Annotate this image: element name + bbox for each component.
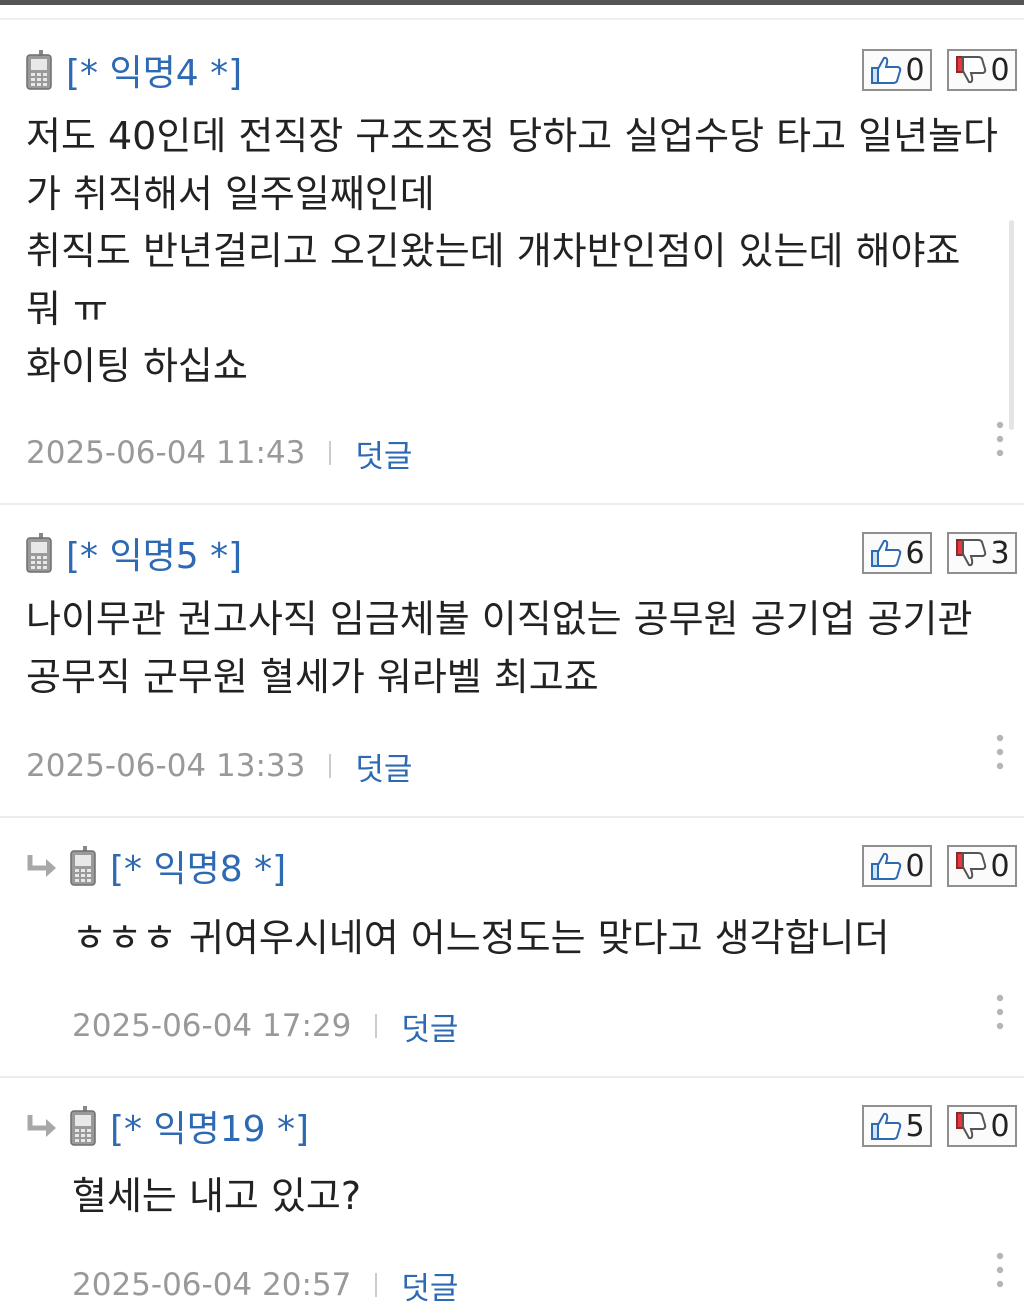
like-button[interactable]: 5 — [862, 1105, 932, 1147]
dislike-button[interactable]: 3 — [947, 532, 1017, 574]
more-options-icon[interactable] — [996, 734, 1004, 770]
comment-item: [* 익명4 *] 0 0 저도 40인데 전직장 구조조정 당하고 실업수당 … — [0, 22, 1024, 505]
like-button[interactable]: 6 — [862, 532, 932, 574]
dislike-count: 0 — [990, 848, 1010, 884]
thumbs-down-icon — [956, 56, 987, 84]
comment-date: 2025-06-04 11:43 — [26, 435, 306, 471]
top-bar — [0, 0, 1024, 5]
comment-line: 혈세는 내고 있고? — [72, 1174, 362, 1218]
dislike-button[interactable]: 0 — [947, 49, 1017, 91]
reply-arrow-icon — [27, 855, 56, 877]
comment-footer: 2025-06-04 13:33 덧글 — [26, 744, 412, 789]
thumbs-down-icon — [956, 1112, 987, 1140]
mobile-phone-icon — [70, 846, 96, 886]
vote-group: 6 3 — [847, 532, 1017, 574]
comment-body: 나이무관 권고사직 임금체불 이직없는 공무원 공기업 공기관 공무직 군무원 … — [26, 591, 1012, 706]
comment-header: [* 익명8 *] — [26, 844, 286, 890]
dislike-button[interactable]: 0 — [947, 1105, 1017, 1147]
dislike-count: 3 — [990, 535, 1010, 571]
mobile-phone-icon — [70, 1106, 96, 1146]
separator — [375, 1014, 378, 1038]
comment-header: [* 익명4 *] — [26, 48, 242, 94]
comment-footer: 2025-06-04 17:29 덧글 — [72, 1004, 458, 1049]
like-count: 6 — [905, 535, 925, 571]
comment-author[interactable]: [* 익명4 *] — [66, 44, 242, 96]
comment-line: 화이팅 하십쇼 — [26, 344, 248, 388]
thumbs-down-icon — [956, 852, 987, 880]
comment-line: 저도 40인데 전직장 구조조정 당하고 실업수당 타고 일년놀다 — [26, 114, 998, 158]
more-options-icon[interactable] — [996, 994, 1004, 1030]
comment-author[interactable]: [* 익명8 *] — [110, 840, 286, 892]
comment-line: 공무직 군무원 혈세가 워라벨 최고죠 — [26, 654, 599, 699]
comment-line: 뭐 ㅠ — [26, 286, 108, 331]
dislike-count: 0 — [990, 52, 1010, 88]
divider — [0, 18, 1024, 20]
like-count: 5 — [905, 1108, 925, 1144]
reply-link[interactable]: 덧글 — [355, 431, 412, 476]
comment-body: ㅎㅎㅎ 귀여우시네여 어느정도는 맞다고 생각합니더 — [72, 910, 1012, 968]
reply-link[interactable]: 덧글 — [355, 744, 412, 789]
comment-header: [* 익명5 *] — [26, 531, 242, 577]
comment-body: 혈세는 내고 있고? — [72, 1168, 1012, 1226]
mobile-phone-icon — [26, 50, 52, 90]
comment-item: [* 익명5 *] 6 3 나이무관 권고사직 임금체불 이직없는 공무원 공기… — [0, 505, 1024, 818]
comment-line: 나이무관 권고사직 임금체불 이직없는 공무원 공기업 공기관 — [26, 597, 973, 641]
thumbs-up-icon — [871, 852, 902, 880]
separator — [329, 441, 332, 465]
separator — [329, 754, 332, 778]
thumbs-up-icon — [871, 1112, 902, 1140]
thumbs-up-icon — [871, 539, 902, 567]
comment-date: 2025-06-04 17:29 — [72, 1008, 352, 1044]
vote-group: 5 0 — [847, 1105, 1017, 1147]
thumbs-down-icon — [956, 539, 987, 567]
comment-header: [* 익명19 *] — [26, 1104, 309, 1150]
dislike-button[interactable]: 0 — [947, 845, 1017, 887]
comment-footer: 2025-06-04 20:57 덧글 — [72, 1263, 458, 1308]
thumbs-up-icon — [871, 56, 902, 84]
reply-link[interactable]: 덧글 — [401, 1004, 458, 1049]
dislike-count: 0 — [990, 1108, 1010, 1144]
reply-arrow-icon — [27, 1115, 56, 1137]
like-count: 0 — [905, 848, 925, 884]
more-options-icon[interactable] — [996, 1252, 1004, 1288]
separator — [375, 1273, 378, 1297]
comment-line: 취직도 반년걸리고 오긴왔는데 개차반인점이 있는데 해야죠 — [26, 229, 961, 273]
comment-body: 저도 40인데 전직장 구조조정 당하고 실업수당 타고 일년놀다 가 취직해서… — [26, 108, 1012, 396]
vote-group: 0 0 — [847, 49, 1017, 91]
comment-date: 2025-06-04 20:57 — [72, 1267, 352, 1303]
comment-line: 가 취직해서 일주일째인데 — [26, 171, 435, 216]
comment-date: 2025-06-04 13:33 — [26, 748, 306, 784]
comment-author[interactable]: [* 익명5 *] — [66, 527, 242, 579]
comment-line: ㅎㅎㅎ 귀여우시네여 어느정도는 맞다고 생각합니더 — [72, 916, 890, 960]
more-options-icon[interactable] — [996, 421, 1004, 457]
mobile-phone-icon — [26, 533, 52, 573]
reply-comment-item: [* 익명8 *] 0 0 ㅎㅎㅎ 귀여우시네여 어느정도는 맞다고 생각합니더… — [0, 818, 1024, 1078]
like-button[interactable]: 0 — [862, 49, 932, 91]
comment-author[interactable]: [* 익명19 *] — [110, 1100, 309, 1152]
vote-group: 0 0 — [847, 845, 1017, 887]
comment-footer: 2025-06-04 11:43 덧글 — [26, 431, 412, 476]
like-count: 0 — [905, 52, 925, 88]
like-button[interactable]: 0 — [862, 845, 932, 887]
reply-link[interactable]: 덧글 — [401, 1263, 458, 1308]
reply-comment-item: [* 익명19 *] 5 0 혈세는 내고 있고? 2025-06-04 20:… — [0, 1078, 1024, 1314]
